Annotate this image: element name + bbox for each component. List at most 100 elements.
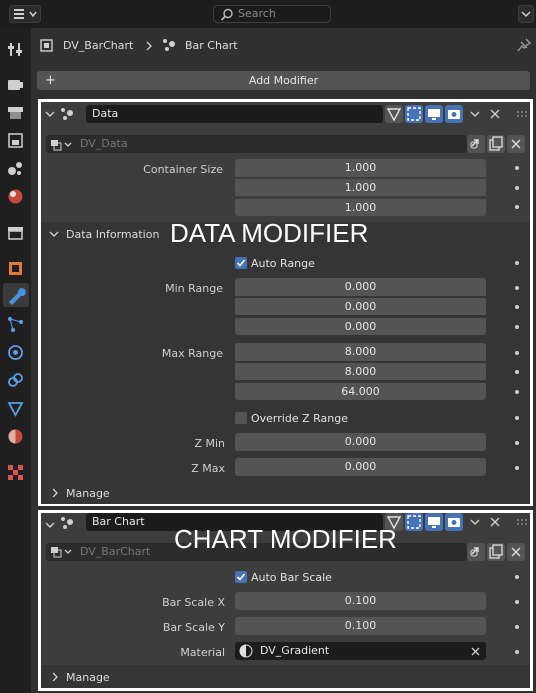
check-icon: [236, 259, 246, 267]
keyframe-dot[interactable]: [515, 466, 519, 470]
collection-icon[interactable]: [7, 224, 24, 241]
override-z-range-checkbox[interactable]: [235, 412, 247, 424]
add-modifier-button[interactable]: + Add Modifier: [37, 71, 530, 90]
duplicate-button[interactable]: [487, 543, 505, 561]
unlink-button[interactable]: [507, 543, 525, 561]
realtime-toggle[interactable]: [425, 513, 443, 531]
auto-range-checkbox[interactable]: [235, 257, 247, 269]
constraints-icon[interactable]: [7, 372, 24, 389]
keyframe-dot[interactable]: [515, 625, 519, 629]
unlink-button[interactable]: [507, 135, 525, 153]
manage-header[interactable]: Manage: [66, 671, 110, 684]
drag-handle-icon[interactable]: [516, 518, 528, 526]
object-icon: [40, 39, 53, 52]
pin-icon[interactable]: [517, 38, 531, 52]
editor-type-button[interactable]: [9, 5, 41, 23]
container-size-z[interactable]: 1.000: [235, 198, 486, 216]
chevron-down-icon[interactable]: [45, 520, 55, 530]
render-toggle[interactable]: [445, 105, 463, 123]
container-size-y[interactable]: 1.000: [235, 178, 486, 196]
min-range-y[interactable]: 0.000: [235, 297, 486, 315]
keyframe-dot[interactable]: [515, 166, 519, 170]
keyframe-dot[interactable]: [515, 351, 519, 355]
chevron-right-icon: [146, 41, 152, 51]
duplicate-button[interactable]: [487, 135, 505, 153]
keyframe-dot[interactable]: [515, 205, 519, 209]
bar-scale-y-field[interactable]: 0.100: [235, 617, 486, 635]
container-size-label: Container Size: [143, 163, 223, 176]
data-information-header[interactable]: Data Information: [66, 228, 159, 241]
container-size-x[interactable]: 1.000: [235, 159, 486, 177]
editor-type-icon: [14, 9, 37, 19]
material-icon[interactable]: [7, 428, 24, 445]
tool-icon[interactable]: [7, 41, 24, 58]
keyframe-dot[interactable]: [515, 390, 519, 394]
drag-handle-icon[interactable]: [516, 110, 528, 118]
particles-icon[interactable]: [7, 316, 24, 333]
chevron-down-icon[interactable]: [469, 517, 481, 527]
data-icon[interactable]: [7, 400, 24, 417]
keyframe-dot[interactable]: [515, 416, 519, 420]
chevron-down-icon[interactable]: [469, 109, 481, 119]
properties-tabs-sidebar: [0, 28, 31, 693]
keyframe-dot[interactable]: [515, 305, 519, 309]
realtime-toggle[interactable]: [425, 105, 443, 123]
modifier-tab[interactable]: [3, 283, 29, 307]
view-layer-icon[interactable]: [7, 132, 24, 149]
texture-icon[interactable]: [7, 464, 24, 481]
cage-toggle[interactable]: [405, 105, 423, 123]
manage-subpanel: [41, 665, 530, 688]
cage-toggle[interactable]: [405, 513, 423, 531]
keyframe-dot[interactable]: [515, 186, 519, 190]
close-icon[interactable]: [490, 517, 500, 527]
manage-header[interactable]: Manage: [66, 487, 110, 500]
min-range-z[interactable]: 0.000: [235, 317, 486, 335]
close-icon[interactable]: [471, 647, 480, 656]
chevron-down-icon[interactable]: [45, 109, 55, 119]
keyframe-dot[interactable]: [515, 286, 519, 290]
z-max-field[interactable]: 0.000: [235, 458, 486, 476]
keyframe-dot[interactable]: [515, 441, 519, 445]
edit-mode-toggle[interactable]: [385, 105, 403, 123]
z-min-field[interactable]: 0.000: [235, 433, 486, 451]
object-icon[interactable]: [7, 260, 24, 277]
close-icon[interactable]: [490, 109, 500, 119]
fake-user-button[interactable]: [467, 543, 485, 561]
cage-icon: [407, 107, 421, 121]
bar-scale-x-field[interactable]: 0.100: [235, 592, 486, 610]
chevron-right-icon[interactable]: [51, 488, 59, 498]
max-range-z[interactable]: 64.000: [235, 382, 486, 400]
node-tree-icon[interactable]: [50, 545, 72, 559]
physics-icon[interactable]: [7, 344, 24, 361]
max-range-x[interactable]: 8.000: [235, 343, 486, 361]
options-dropdown-button[interactable]: [518, 5, 534, 23]
material-icon: [239, 644, 253, 658]
auto-bar-scale-checkbox[interactable]: [235, 571, 247, 583]
node-group-field[interactable]: DV_Data: [46, 135, 467, 153]
keyframe-dot[interactable]: [515, 600, 519, 604]
chevron-down-icon[interactable]: [49, 229, 59, 239]
scene-icon[interactable]: [7, 160, 24, 177]
keyframe-dot[interactable]: [515, 261, 519, 265]
keyframe-dot[interactable]: [515, 650, 519, 654]
keyframe-dot[interactable]: [515, 325, 519, 329]
breadcrumb: DV_BarChart Bar Chart: [31, 30, 536, 60]
max-range-y[interactable]: 8.000: [235, 362, 486, 380]
node-group-name: DV_Data: [80, 137, 128, 150]
chevron-right-icon[interactable]: [51, 672, 59, 682]
render-icon[interactable]: [7, 76, 24, 93]
node-tree-icon[interactable]: [50, 138, 72, 152]
min-range-x[interactable]: 0.000: [235, 278, 486, 296]
world-icon[interactable]: [7, 188, 24, 205]
keyframe-dot[interactable]: [515, 370, 519, 374]
chevron-down-icon: [521, 11, 531, 18]
fake-user-button[interactable]: [467, 135, 485, 153]
link-icon: [470, 139, 479, 149]
search-input[interactable]: Search: [213, 5, 331, 23]
modifier-name-field[interactable]: Data: [86, 105, 383, 123]
render-toggle[interactable]: [445, 513, 463, 531]
output-icon[interactable]: [7, 104, 24, 121]
keyframe-dot[interactable]: [515, 575, 519, 579]
material-field[interactable]: DV_Gradient: [235, 642, 486, 660]
search-icon: [220, 8, 233, 21]
